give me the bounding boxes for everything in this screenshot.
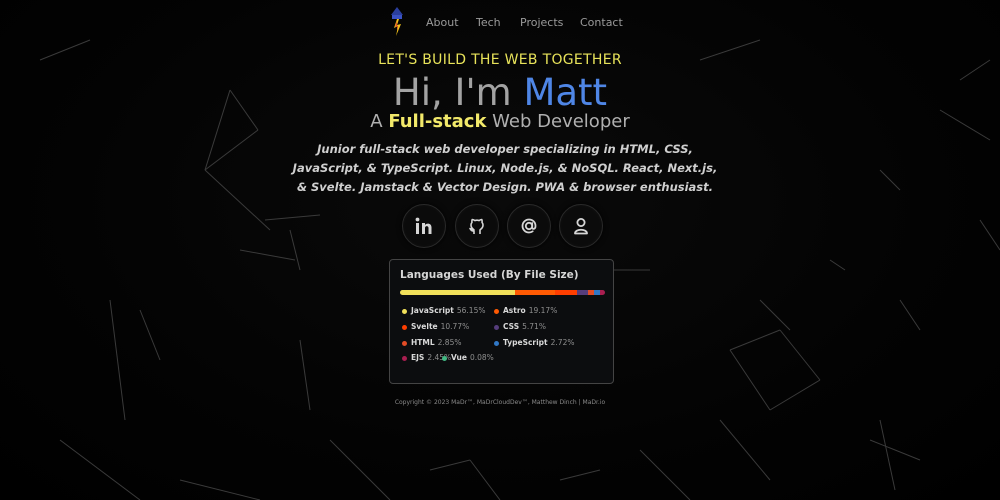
hero-role: A Full-stack Web Developer	[0, 111, 1000, 132]
lang-bar-segment-css	[576, 290, 589, 295]
language-name: Astro	[503, 306, 526, 315]
language-percent: 56.15%	[456, 306, 486, 315]
lang-bar-segment-astro	[515, 290, 555, 295]
language-percent: 10.77%	[440, 322, 470, 331]
nav-link-about[interactable]: About	[426, 16, 459, 29]
nav-link-projects[interactable]: Projects	[520, 16, 563, 29]
role-prefix: A	[370, 111, 389, 132]
language-color-dot	[494, 340, 499, 346]
top-nav: About Tech Projects Contact	[0, 4, 1000, 40]
language-color-dot	[402, 324, 407, 330]
language-name: Vue	[451, 353, 467, 362]
nav-link-tech[interactable]: Tech	[476, 16, 501, 29]
language-item: HTML 2.85%	[402, 338, 461, 347]
language-percent: 2.72%	[550, 338, 575, 347]
github-icon	[469, 218, 484, 234]
language-item: Vue 0.08%	[442, 353, 494, 362]
language-item: Astro 19.17%	[494, 306, 557, 315]
languages-bar	[400, 290, 605, 295]
language-item: Svelte 10.77%	[402, 322, 469, 331]
email-button[interactable]	[507, 204, 551, 248]
hero-name: Matt	[523, 71, 608, 114]
language-color-dot	[494, 324, 499, 330]
languages-title: Languages Used (By File Size)	[400, 269, 579, 281]
linkedin-icon	[415, 217, 432, 234]
hero-tagline: LET'S BUILD THE WEB TOGETHER	[378, 52, 622, 68]
language-name: HTML	[411, 338, 435, 347]
hero-heading: Hi, I'm Matt	[0, 70, 1000, 116]
language-color-dot	[494, 308, 499, 314]
language-name: CSS	[503, 322, 520, 331]
social-links	[402, 204, 607, 248]
language-item: JavaScript 56.15%	[402, 306, 485, 315]
profile-button[interactable]	[559, 204, 603, 248]
language-percent: 5.71%	[522, 322, 546, 331]
language-item: TypeScript 2.72%	[494, 338, 574, 347]
at-sign-icon	[521, 218, 537, 234]
language-percent: 19.17%	[528, 306, 558, 315]
language-name: Svelte	[411, 322, 438, 331]
github-button[interactable]	[455, 204, 499, 248]
language-name: EJS	[411, 353, 425, 362]
copyright-text: Copyright © 2023 MaDr™, MaDrCloudDev™, M…	[394, 399, 606, 406]
language-percent: 2.85%	[437, 338, 462, 347]
logo-icon[interactable]	[388, 6, 406, 38]
user-icon	[574, 218, 588, 235]
nav-link-contact[interactable]: Contact	[580, 16, 623, 29]
languages-card: Languages Used (By File Size) JavaScript…	[389, 259, 614, 384]
language-name: TypeScript	[503, 338, 548, 347]
language-color-dot	[442, 355, 447, 361]
role-highlight: Full-stack	[388, 111, 487, 132]
language-percent: 0.08%	[469, 353, 494, 362]
lang-bar-segment-svelte	[554, 290, 577, 295]
linkedin-button[interactable]	[402, 204, 446, 248]
role-suffix: Web Developer	[486, 111, 630, 132]
lang-bar-segment-javascript	[400, 290, 516, 295]
language-item: CSS 5.71%	[494, 322, 546, 331]
language-color-dot	[402, 308, 407, 314]
hero-bio: Junior full-stack web developer speciali…	[292, 142, 718, 194]
page: About Tech Projects Contact LET'S BUILD …	[0, 0, 1000, 500]
language-color-dot	[402, 340, 407, 346]
hero-greeting: Hi, I'm	[392, 71, 524, 114]
language-color-dot	[402, 355, 407, 361]
language-name: JavaScript	[411, 306, 454, 315]
